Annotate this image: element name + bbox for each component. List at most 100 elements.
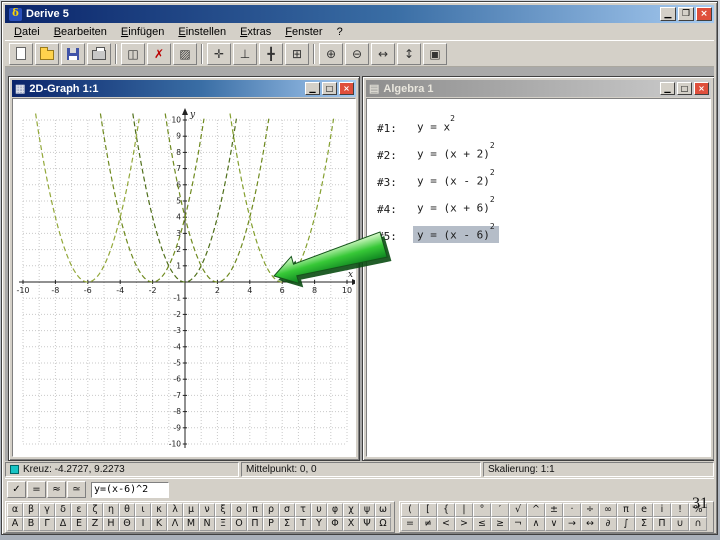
math-symbol-button[interactable]: i [653, 503, 671, 517]
graph-minimize-button[interactable]: ▁ [305, 82, 320, 95]
greek-letter-button[interactable]: π [247, 503, 263, 517]
math-symbol-button[interactable]: < [437, 517, 455, 531]
greek-letter-button[interactable]: β [23, 503, 39, 517]
math-symbol-button[interactable]: ¬ [509, 517, 527, 531]
math-symbol-button[interactable]: { [437, 503, 455, 517]
math-symbol-button[interactable]: Π [653, 517, 671, 531]
greek-letter-button[interactable]: Ο [231, 517, 247, 531]
greek-letter-button[interactable]: Λ [167, 517, 183, 531]
menu-item-einfuegen[interactable]: Einfügen [114, 25, 171, 39]
math-symbol-button[interactable]: π [617, 503, 635, 517]
greek-letter-button[interactable]: Χ [343, 517, 359, 531]
greek-letter-button[interactable]: θ [119, 503, 135, 517]
greek-letter-button[interactable]: η [103, 503, 119, 517]
menu-item-datei[interactable]: Datei [7, 25, 47, 39]
math-symbol-button[interactable]: ∧ [527, 517, 545, 531]
greek-letter-button[interactable]: Ρ [263, 517, 279, 531]
greek-letter-button[interactable]: Ζ [87, 517, 103, 531]
greek-letter-button[interactable]: Π [247, 517, 263, 531]
menu-item-extras[interactable]: Extras [233, 25, 278, 39]
zoom-fit-button[interactable]: ▣ [423, 42, 447, 65]
greek-letter-button[interactable]: λ [167, 503, 183, 517]
algebra-window-titlebar[interactable]: ▤ Algebra 1 ▁ □ × [366, 80, 711, 97]
math-symbol-button[interactable]: | [455, 503, 473, 517]
zoom-horizontal-button[interactable]: ↔ [371, 42, 395, 65]
delete-plot-button[interactable]: ✗ [147, 42, 171, 65]
math-symbol-button[interactable]: ÷ [581, 503, 599, 517]
expression-row[interactable]: #2: y = (x + 2)2 [367, 135, 710, 162]
expression-row[interactable]: #3: y = (x - 2)2 [367, 162, 710, 189]
substitute-button[interactable]: ≃ [67, 481, 86, 498]
greek-letter-button[interactable]: τ [295, 503, 311, 517]
menu-item-bearbeiten[interactable]: Bearbeiten [47, 25, 114, 39]
math-symbol-button[interactable]: ↔ [581, 517, 599, 531]
greek-letter-button[interactable]: ρ [263, 503, 279, 517]
window-titlebar[interactable]: δ Derive 5 ▁ ❐ × [5, 5, 714, 23]
math-symbol-button[interactable]: ^ [527, 503, 545, 517]
greek-letter-button[interactable]: κ [151, 503, 167, 517]
expression-row[interactable]: #5: y = (x - 6)2 [367, 216, 710, 243]
graph-plot-area[interactable]: x y -10 -8 -6 -4 -2 2 4 6 8 10 -10 -9 -8 -7 -6 -5 -4 -3 -2 -1… [12, 98, 356, 457]
minimize-button[interactable]: ▁ [660, 7, 676, 21]
greek-letter-button[interactable]: Α [7, 517, 23, 531]
greek-letter-button[interactable]: Ε [71, 517, 87, 531]
greek-letter-button[interactable]: Ω [375, 517, 391, 531]
greek-letter-button[interactable]: σ [279, 503, 295, 517]
expression-2[interactable]: y = (x + 2)2 [413, 141, 499, 162]
greek-letter-button[interactable]: ξ [215, 503, 231, 517]
greek-letter-button[interactable]: γ [39, 503, 55, 517]
math-symbol-button[interactable]: ± [545, 503, 563, 517]
greek-letter-button[interactable]: Ν [199, 517, 215, 531]
graph-maximize-button[interactable]: □ [322, 82, 337, 95]
greek-letter-button[interactable]: Β [23, 517, 39, 531]
expression-1[interactable]: y = x2 [413, 114, 459, 135]
expression-row[interactable]: #1: y = x2 [367, 108, 710, 135]
math-symbol-button[interactable]: [ [419, 503, 437, 517]
greek-letter-button[interactable]: Κ [151, 517, 167, 531]
graph-window-titlebar[interactable]: ▦ 2D-Graph 1:1 ▁ □ × [12, 80, 356, 97]
greek-letter-button[interactable]: Τ [295, 517, 311, 531]
math-symbol-button[interactable]: → [563, 517, 581, 531]
trace-mode-button[interactable]: ⊥ [233, 42, 257, 65]
copy-window-button[interactable]: ◫ [121, 42, 145, 65]
pattern-button[interactable]: ▨ [173, 42, 197, 65]
greek-letter-button[interactable]: μ [183, 503, 199, 517]
algebra-maximize-button[interactable]: □ [677, 82, 692, 95]
greek-letter-button[interactable]: ω [375, 503, 391, 517]
greek-letter-button[interactable]: Δ [55, 517, 71, 531]
greek-letter-button[interactable]: ι [135, 503, 151, 517]
math-symbol-button[interactable]: ≤ [473, 517, 491, 531]
maximize-button[interactable]: ❐ [678, 7, 694, 21]
greek-letter-button[interactable]: Μ [183, 517, 199, 531]
greek-letter-button[interactable]: Φ [327, 517, 343, 531]
greek-letter-button[interactable]: ψ [359, 503, 375, 517]
expression-5-highlighted[interactable]: y = (x - 6)2 [413, 222, 499, 243]
zoom-vertical-button[interactable]: ↕ [397, 42, 421, 65]
new-button[interactable] [9, 42, 33, 65]
math-symbol-button[interactable]: ( [401, 503, 419, 517]
center-cross-button[interactable]: ╋ [259, 42, 283, 65]
expression-4[interactable]: y = (x + 6)2 [413, 195, 499, 216]
math-symbol-button[interactable]: ≠ [419, 517, 437, 531]
expression-input[interactable] [91, 481, 169, 498]
greek-letter-button[interactable]: Ξ [215, 517, 231, 531]
plot-canvas[interactable]: x y -10 -8 -6 -4 -2 2 4 6 8 10 -10 -9 -8 -7 -6 -5 -4 -3 -2 -1… [13, 99, 356, 457]
math-symbol-button[interactable]: √ [509, 503, 527, 517]
math-symbol-button[interactable]: ′ [491, 503, 509, 517]
save-button[interactable] [61, 42, 85, 65]
zoom-in-button[interactable]: ⊕ [319, 42, 343, 65]
math-symbol-button[interactable]: ∩ [689, 517, 707, 531]
math-symbol-button[interactable]: ∨ [545, 517, 563, 531]
math-symbol-button[interactable]: · [563, 503, 581, 517]
print-button[interactable] [87, 42, 111, 65]
greek-letter-button[interactable]: ζ [87, 503, 103, 517]
greek-letter-button[interactable]: ε [71, 503, 87, 517]
menu-item-einstellen[interactable]: Einstellen [171, 25, 233, 39]
math-symbol-button[interactable]: Σ [635, 517, 653, 531]
greek-letter-button[interactable]: Θ [119, 517, 135, 531]
greek-letter-button[interactable]: Υ [311, 517, 327, 531]
math-symbol-button[interactable]: ° [473, 503, 491, 517]
simplify-button[interactable]: = [27, 481, 46, 498]
greek-letter-button[interactable]: Η [103, 517, 119, 531]
math-symbol-button[interactable]: ∫ [617, 517, 635, 531]
